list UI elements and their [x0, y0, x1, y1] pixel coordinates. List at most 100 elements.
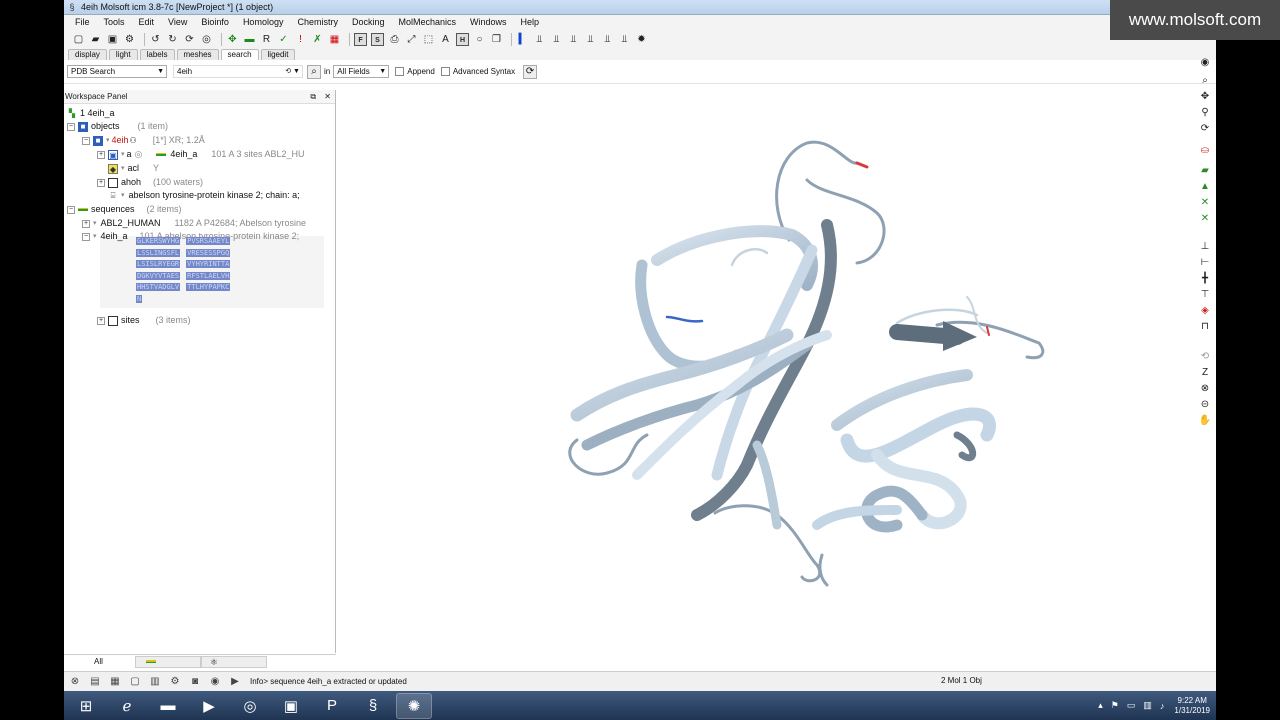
- tree-acl[interactable]: ◆ ▾ acl Y: [108, 162, 159, 175]
- align-icon[interactable]: ⊥: [1198, 240, 1212, 254]
- movie-icon[interactable]: ▶: [228, 675, 242, 689]
- fog-icon[interactable]: F: [354, 33, 367, 46]
- refresh-search-icon[interactable]: ⟳: [523, 64, 538, 79]
- settings-gear-icon[interactable]: ⚙: [123, 33, 136, 46]
- tab-display[interactable]: display: [68, 49, 107, 60]
- taskbar-clock[interactable]: 9:22 AM 1/31/2019: [1174, 696, 1210, 716]
- move-icon[interactable]: ✥: [226, 33, 239, 46]
- app-icon[interactable]: ▣: [273, 693, 309, 719]
- tree-objects[interactable]: − ■ objects (1 item): [67, 120, 168, 133]
- new-file-icon[interactable]: ▢: [72, 33, 85, 46]
- visibility-dropdown-icon[interactable]: ▾: [106, 134, 110, 147]
- tree-object-4eih[interactable]: − ■ ▾ 4eih ⚇ [1*] XR; 1.2Å: [82, 134, 205, 147]
- settings-icon[interactable]: ⚙: [168, 675, 182, 689]
- append-checkbox[interactable]: [395, 67, 405, 76]
- expand-icon[interactable]: +: [82, 219, 90, 228]
- stereo-icon[interactable]: S: [371, 33, 384, 46]
- align-6-icon[interactable]: ⫫: [618, 33, 631, 46]
- tree-sequence-abl2[interactable]: + ▾ ABL2_HUMAN 1182 A P42684; Abelson ty…: [82, 217, 306, 230]
- close-panel-icon[interactable]: ✕: [324, 92, 331, 101]
- history-dropdown-icon[interactable]: ⟲ ▼: [285, 66, 300, 77]
- window-icon[interactable]: ▢: [128, 675, 142, 689]
- media-player-icon[interactable]: ▶: [191, 693, 227, 719]
- undo-icon[interactable]: ↺: [149, 33, 162, 46]
- check-icon[interactable]: ✓: [277, 33, 290, 46]
- monitor-icon[interactable]: ▬: [243, 33, 256, 46]
- footer-tab-all[interactable]: All: [88, 657, 109, 666]
- grid-icon[interactable]: ▦: [328, 33, 341, 46]
- close-selection-icon[interactable]: ✕: [1198, 196, 1212, 210]
- alert-icon[interactable]: !: [294, 33, 307, 46]
- visibility-dropdown-icon[interactable]: ▾: [93, 230, 97, 243]
- redo-icon[interactable]: ↻: [166, 33, 179, 46]
- cross-selection-icon[interactable]: ✕: [1198, 212, 1212, 226]
- tree-root[interactable]: ▚ 1 4eih_a: [67, 107, 115, 120]
- tree-protein-description[interactable]: ⌸ ▾ abelson tyrosine-protein kinase 2; c…: [108, 189, 300, 202]
- measure-icon[interactable]: ⊤: [1198, 288, 1212, 302]
- rotate-view-icon[interactable]: ⟳: [1198, 122, 1212, 136]
- escape-icon[interactable]: ⊝: [1198, 398, 1212, 412]
- stop-icon[interactable]: ⊗: [68, 675, 82, 689]
- tree-sequences[interactable]: − sequences (2 items): [67, 203, 182, 216]
- menu-chemistry[interactable]: Chemistry: [290, 15, 345, 30]
- chrome-icon[interactable]: ◎: [232, 693, 268, 719]
- menu-windows[interactable]: Windows: [463, 15, 514, 30]
- ribbon-style-icon[interactable]: ◎: [135, 148, 143, 161]
- icm-browser-taskbar-icon[interactable]: ✺: [396, 692, 432, 719]
- tab-ligedit[interactable]: ligedit: [260, 49, 296, 60]
- menu-homology[interactable]: Homology: [236, 15, 291, 30]
- target-icon[interactable]: ◉: [1198, 56, 1212, 70]
- tab-search[interactable]: search: [220, 49, 259, 60]
- menu-docking[interactable]: Docking: [345, 15, 392, 30]
- distance-icon[interactable]: ⊢: [1198, 256, 1212, 270]
- bar-icon[interactable]: ▍: [516, 33, 529, 46]
- copy-icon[interactable]: ❐: [490, 33, 503, 46]
- menu-file[interactable]: File: [68, 15, 97, 30]
- tray-flag-icon[interactable]: ⚑: [1111, 700, 1119, 711]
- clip-icon[interactable]: ⬚: [422, 33, 435, 46]
- terminal-icon[interactable]: ▤: [88, 675, 102, 689]
- collapse-icon[interactable]: −: [82, 232, 90, 241]
- rotate-icon[interactable]: ◎: [200, 33, 213, 46]
- advanced-syntax-checkbox[interactable]: [440, 67, 450, 76]
- visibility-dropdown-icon[interactable]: ▾: [121, 189, 125, 202]
- tray-screen-icon[interactable]: ▭: [1127, 700, 1136, 711]
- menu-molmechanics[interactable]: MolMechanics: [392, 15, 464, 30]
- pdb-link-icon[interactable]: ⚇: [130, 134, 137, 147]
- visibility-dropdown-icon[interactable]: ▾: [121, 162, 125, 175]
- menu-help[interactable]: Help: [514, 15, 547, 30]
- visibility-dropdown-icon[interactable]: ▾: [93, 217, 97, 230]
- table-icon[interactable]: ▦: [108, 675, 122, 689]
- tree-ahoh[interactable]: + ahoh (100 waters): [97, 176, 203, 189]
- expand-icon[interactable]: +: [97, 150, 105, 159]
- sites-checkbox-icon[interactable]: [108, 315, 118, 326]
- search-query-input[interactable]: 4eih ⟲ ▼: [173, 65, 303, 78]
- refresh-icon[interactable]: ⟳: [183, 33, 196, 46]
- reset-icon[interactable]: R: [260, 33, 273, 46]
- print-icon[interactable]: ⎙: [388, 33, 401, 46]
- expand-icon[interactable]: +: [97, 178, 105, 187]
- tab-meshes[interactable]: meshes: [176, 49, 219, 60]
- crosshair-icon[interactable]: ╋: [1198, 272, 1212, 286]
- sequence-text-block[interactable]: GLKERSWYHG PVSRSAAEYL LSSLINGSFL VRESESSPG…: [136, 236, 268, 305]
- rotate-y-icon[interactable]: ⊗: [1198, 382, 1212, 396]
- visibility-dropdown-icon[interactable]: ▾: [121, 148, 125, 161]
- align-3-icon[interactable]: ⫫: [567, 33, 580, 46]
- tray-network-icon[interactable]: ▥: [1143, 700, 1152, 711]
- tray-expand-icon[interactable]: ▴: [1098, 700, 1103, 711]
- tree-sites[interactable]: + sites (3 items): [97, 314, 191, 327]
- file-explorer-icon[interactable]: ▬: [150, 693, 186, 719]
- rotate-z-icon[interactable]: Z: [1198, 366, 1212, 380]
- water-checkbox-icon[interactable]: [108, 177, 118, 188]
- menu-bioinfo[interactable]: Bioinfo: [194, 15, 236, 30]
- select-icon[interactable]: ▲: [1198, 180, 1212, 194]
- expand-icon[interactable]: +: [97, 316, 105, 325]
- float-panel-icon[interactable]: ⧉: [310, 92, 316, 101]
- align-4-icon[interactable]: ⫫: [584, 33, 597, 46]
- internet-explorer-icon[interactable]: ℯ: [109, 693, 145, 719]
- align-1-icon[interactable]: ⫫: [533, 33, 546, 46]
- menu-tools[interactable]: Tools: [97, 15, 132, 30]
- save-icon[interactable]: ▣: [106, 33, 119, 46]
- align-2-icon[interactable]: ⫫: [550, 33, 563, 46]
- molecule-3d-viewer[interactable]: [337, 85, 1193, 668]
